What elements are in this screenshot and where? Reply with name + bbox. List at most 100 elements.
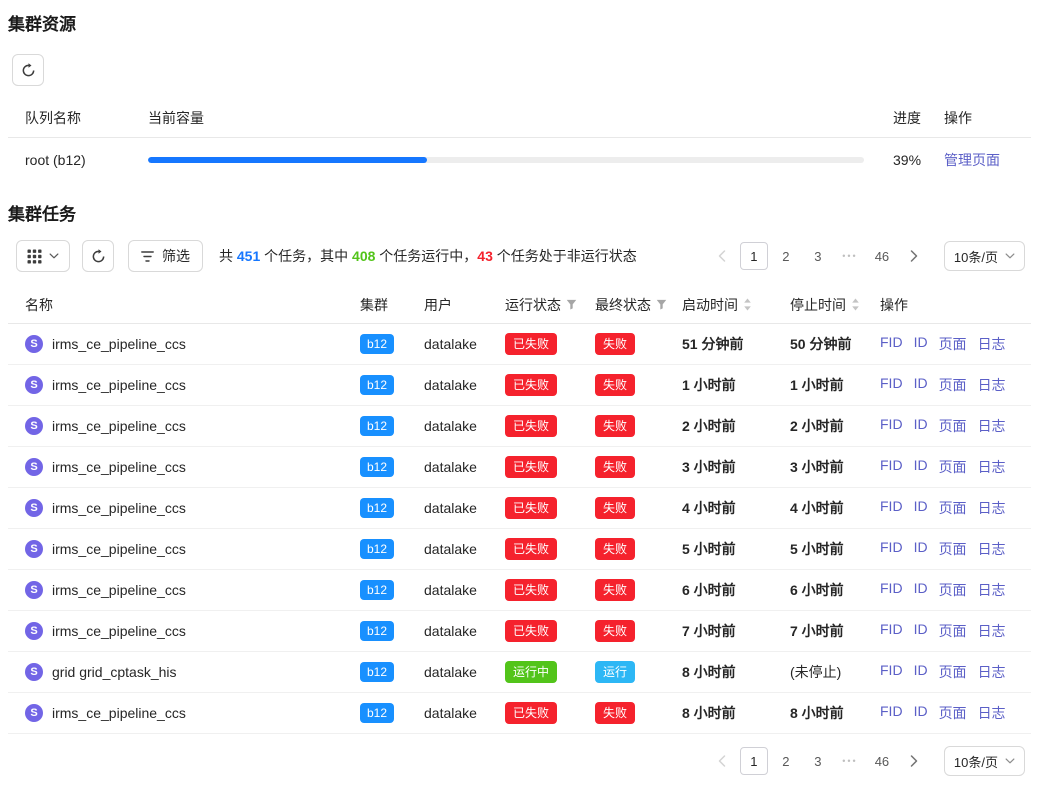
stop-time: 6 小时前 — [780, 580, 870, 600]
sorter-icon[interactable] — [851, 298, 860, 311]
fid-link[interactable]: FID — [880, 498, 903, 518]
final-status-badge: 运行 — [595, 661, 635, 683]
run-status-badge: 已失败 — [505, 333, 557, 355]
page-link[interactable]: 页面 — [939, 662, 967, 682]
log-link[interactable]: 日志 — [978, 375, 1006, 395]
log-link[interactable]: 日志 — [978, 539, 1006, 559]
id-link[interactable]: ID — [914, 416, 928, 436]
start-time: 5 小时前 — [672, 539, 780, 559]
filter-button-label: 筛选 — [162, 246, 190, 266]
page-button-2[interactable]: 2 — [772, 242, 800, 270]
page-button-1[interactable]: 1 — [740, 747, 768, 775]
fid-link[interactable]: FID — [880, 621, 903, 641]
page-link[interactable]: 页面 — [939, 539, 967, 559]
tasks-table-body: S irms_ce_pipeline_ccs b12 datalake 已失败 … — [8, 324, 1031, 734]
stop-time: 3 小时前 — [780, 457, 870, 477]
run-status-badge: 已失败 — [505, 538, 557, 560]
log-link[interactable]: 日志 — [978, 457, 1006, 477]
stop-time: 4 小时前 — [780, 498, 870, 518]
tasks-summary: 共 451 个任务，其中 408 个任务运行中，43 个任务处于非运行状态 — [219, 246, 637, 266]
filter-button[interactable]: 筛选 — [128, 240, 203, 272]
tasks-table: 名称 集群 用户 运行状态 最终状态 启动时间 停止时间 — [8, 286, 1031, 734]
log-link[interactable]: 日志 — [978, 416, 1006, 436]
final-status-badge: 失败 — [595, 333, 635, 355]
cluster-badge: b12 — [360, 457, 394, 477]
start-time: 7 小时前 — [672, 621, 780, 641]
id-link[interactable]: ID — [914, 457, 928, 477]
page-link[interactable]: 页面 — [939, 334, 967, 354]
page-size-select[interactable]: 10条/页 — [944, 746, 1025, 776]
page-link[interactable]: 页面 — [939, 416, 967, 436]
col-header-queue: 队列名称 — [8, 108, 148, 128]
page-link[interactable]: 页面 — [939, 375, 967, 395]
table-row: S irms_ce_pipeline_ccs b12 datalake 已失败 … — [8, 529, 1031, 570]
page-ellipsis[interactable]: ••• — [836, 747, 864, 775]
next-page-button[interactable] — [900, 242, 928, 270]
log-link[interactable]: 日志 — [978, 621, 1006, 641]
id-link[interactable]: ID — [914, 580, 928, 600]
log-link[interactable]: 日志 — [978, 703, 1006, 723]
page-button-3[interactable]: 3 — [804, 242, 832, 270]
fid-link[interactable]: FID — [880, 580, 903, 600]
id-link[interactable]: ID — [914, 375, 928, 395]
page-button-46[interactable]: 46 — [868, 747, 896, 775]
prev-page-button[interactable] — [708, 242, 736, 270]
log-link[interactable]: 日志 — [978, 662, 1006, 682]
id-link[interactable]: ID — [914, 498, 928, 518]
start-time: 8 小时前 — [672, 703, 780, 723]
page-button-46[interactable]: 46 — [868, 242, 896, 270]
cluster-badge: b12 — [360, 621, 394, 641]
avatar: S — [25, 622, 43, 640]
task-name: irms_ce_pipeline_ccs — [52, 500, 186, 516]
col-header-start-time: 启动时间 — [672, 295, 780, 315]
page-ellipsis[interactable]: ••• — [836, 242, 864, 270]
page-button-3[interactable]: 3 — [804, 747, 832, 775]
log-link[interactable]: 日志 — [978, 580, 1006, 600]
progress-percent: 39% — [876, 152, 936, 168]
page-link[interactable]: 页面 — [939, 621, 967, 641]
cluster-badge: b12 — [360, 662, 394, 682]
id-link[interactable]: ID — [914, 539, 928, 559]
page-button-2[interactable]: 2 — [772, 747, 800, 775]
run-status-badge: 已失败 — [505, 579, 557, 601]
id-link[interactable]: ID — [914, 621, 928, 641]
capacity-progress-fill — [148, 157, 427, 163]
stop-time: 2 小时前 — [780, 416, 870, 436]
log-link[interactable]: 日志 — [978, 498, 1006, 518]
fid-link[interactable]: FID — [880, 662, 903, 682]
page-link[interactable]: 页面 — [939, 580, 967, 600]
id-link[interactable]: ID — [914, 703, 928, 723]
next-page-button[interactable] — [900, 747, 928, 775]
manage-page-link[interactable]: 管理页面 — [944, 152, 1000, 168]
page-link[interactable]: 页面 — [939, 457, 967, 477]
fid-link[interactable]: FID — [880, 457, 903, 477]
total-count: 451 — [237, 248, 260, 264]
start-time: 2 小时前 — [672, 416, 780, 436]
sorter-icon[interactable] — [743, 298, 752, 311]
start-time: 6 小时前 — [672, 580, 780, 600]
fid-link[interactable]: FID — [880, 539, 903, 559]
task-name: irms_ce_pipeline_ccs — [52, 582, 186, 598]
tasks-refresh-button[interactable] — [82, 240, 114, 272]
id-link[interactable]: ID — [914, 662, 928, 682]
fid-link[interactable]: FID — [880, 416, 903, 436]
user-name: datalake — [415, 541, 495, 557]
prev-page-button[interactable] — [708, 747, 736, 775]
fid-link[interactable]: FID — [880, 375, 903, 395]
page-link[interactable]: 页面 — [939, 703, 967, 723]
col-header-capacity: 当前容量 — [148, 108, 876, 128]
filter-funnel-icon[interactable] — [656, 299, 667, 310]
id-link[interactable]: ID — [914, 334, 928, 354]
page-size-select[interactable]: 10条/页 — [944, 241, 1025, 271]
page-button-1[interactable]: 1 — [740, 242, 768, 270]
page-link[interactable]: 页面 — [939, 498, 967, 518]
chevron-left-icon — [718, 250, 726, 262]
task-name: irms_ce_pipeline_ccs — [52, 377, 186, 393]
filter-funnel-icon[interactable] — [566, 299, 577, 310]
log-link[interactable]: 日志 — [978, 334, 1006, 354]
task-name: irms_ce_pipeline_ccs — [52, 541, 186, 557]
fid-link[interactable]: FID — [880, 703, 903, 723]
resources-refresh-button[interactable] — [12, 54, 44, 86]
fid-link[interactable]: FID — [880, 334, 903, 354]
column-settings-dropdown[interactable] — [16, 240, 70, 272]
